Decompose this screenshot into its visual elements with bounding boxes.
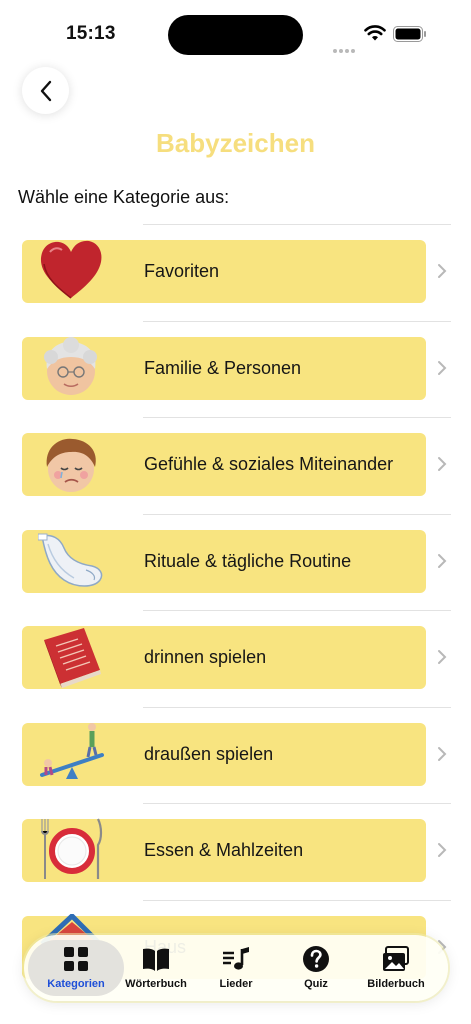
chevron-right-icon — [438, 457, 447, 471]
chevron-right-icon — [438, 746, 447, 761]
category-list: Favoriten Familie & Personen Gefühle & s… — [0, 224, 471, 996]
category-row-gefuehle[interactable]: Gefühle & soziales Miteinander — [0, 417, 471, 514]
seesaw-icon — [40, 722, 104, 779]
category-row-drinnen[interactable]: drinnen spielen — [0, 610, 471, 707]
category-label: Essen & Mahlzeiten — [144, 840, 304, 860]
diaper-icon — [38, 533, 103, 587]
chevron-right-icon — [438, 843, 447, 857]
page-subtitle: Wähle eine Kategorie aus: — [18, 187, 230, 207]
grid-icon — [64, 947, 88, 971]
category-card[interactable]: Familie & Personen — [22, 336, 426, 400]
tab-label: Quiz — [304, 978, 328, 990]
category-label: Rituale & tägliche Routine — [144, 550, 352, 571]
open-book-icon — [143, 948, 169, 971]
heart-icon — [40, 240, 102, 299]
battery-icon — [393, 26, 426, 42]
tab-label: Kategorien — [47, 978, 105, 990]
chevron-right-icon — [438, 650, 447, 664]
category-row-draussen[interactable]: draußen spielen — [0, 706, 471, 804]
question-icon — [303, 946, 329, 972]
wifi-icon — [364, 25, 386, 41]
category-row-favoriten[interactable]: Favoriten — [0, 224, 471, 321]
category-row-familie[interactable]: Familie & Personen — [0, 320, 471, 418]
photo-stack-icon — [383, 946, 409, 971]
category-label: Gefühle & soziales Miteinander — [144, 454, 394, 474]
tab-lieder[interactable]: Lieder — [196, 935, 276, 1001]
status-time: 15:13 — [66, 23, 116, 44]
tab-quiz[interactable]: Quiz — [276, 935, 356, 1001]
category-card[interactable]: Gefühle & soziales Miteinander — [22, 433, 426, 496]
category-label: draußen spielen — [144, 743, 274, 764]
divider — [143, 417, 451, 418]
tab-label: Wörterbuch — [125, 978, 187, 990]
signal-dots-icon — [333, 38, 357, 57]
page-title: Babyzeichen — [156, 128, 315, 158]
tab-kategorien[interactable]: Kategorien — [26, 935, 126, 1001]
tab-label: Bilderbuch — [367, 978, 425, 990]
category-card[interactable]: Essen & Mahlzeiten — [22, 818, 426, 882]
tab-bar: Kategorien Wörterbuch Lieder Quiz Bilder… — [24, 935, 448, 1001]
tab-label: Lieder — [219, 978, 253, 990]
category-row-rituale[interactable]: Rituale & tägliche Routine — [0, 513, 471, 611]
chevron-right-icon — [438, 360, 447, 375]
divider — [143, 224, 451, 225]
plate-cutlery-icon — [41, 818, 103, 879]
divider — [143, 803, 451, 804]
divider — [143, 899, 451, 901]
dynamic-island — [168, 15, 303, 55]
divider — [143, 706, 451, 708]
category-label: Favoriten — [144, 261, 220, 281]
category-card[interactable]: Favoriten — [22, 240, 426, 303]
grandmother-icon — [44, 336, 97, 395]
back-button[interactable] — [22, 67, 69, 114]
tab-bilderbuch[interactable]: Bilderbuch — [356, 935, 436, 1001]
divider — [143, 513, 451, 515]
book-icon — [44, 628, 101, 688]
crying-child-icon — [46, 438, 96, 492]
chevron-right-icon — [438, 264, 447, 278]
category-card[interactable]: draußen spielen — [22, 722, 426, 786]
category-label: drinnen spielen — [144, 647, 267, 667]
divider — [143, 320, 451, 322]
category-card[interactable]: Rituale & tägliche Routine — [22, 529, 426, 593]
category-label: Familie & Personen — [144, 357, 302, 378]
category-row-essen[interactable]: Essen & Mahlzeiten — [0, 803, 471, 900]
chevron-right-icon — [438, 553, 447, 568]
divider — [143, 610, 451, 611]
tab-woerterbuch[interactable]: Wörterbuch — [116, 935, 196, 1001]
category-card[interactable]: drinnen spielen — [22, 626, 426, 689]
chevron-left-icon — [40, 80, 51, 101]
music-list-icon — [223, 947, 249, 970]
status-bar: 15:13 — [0, 0, 471, 70]
